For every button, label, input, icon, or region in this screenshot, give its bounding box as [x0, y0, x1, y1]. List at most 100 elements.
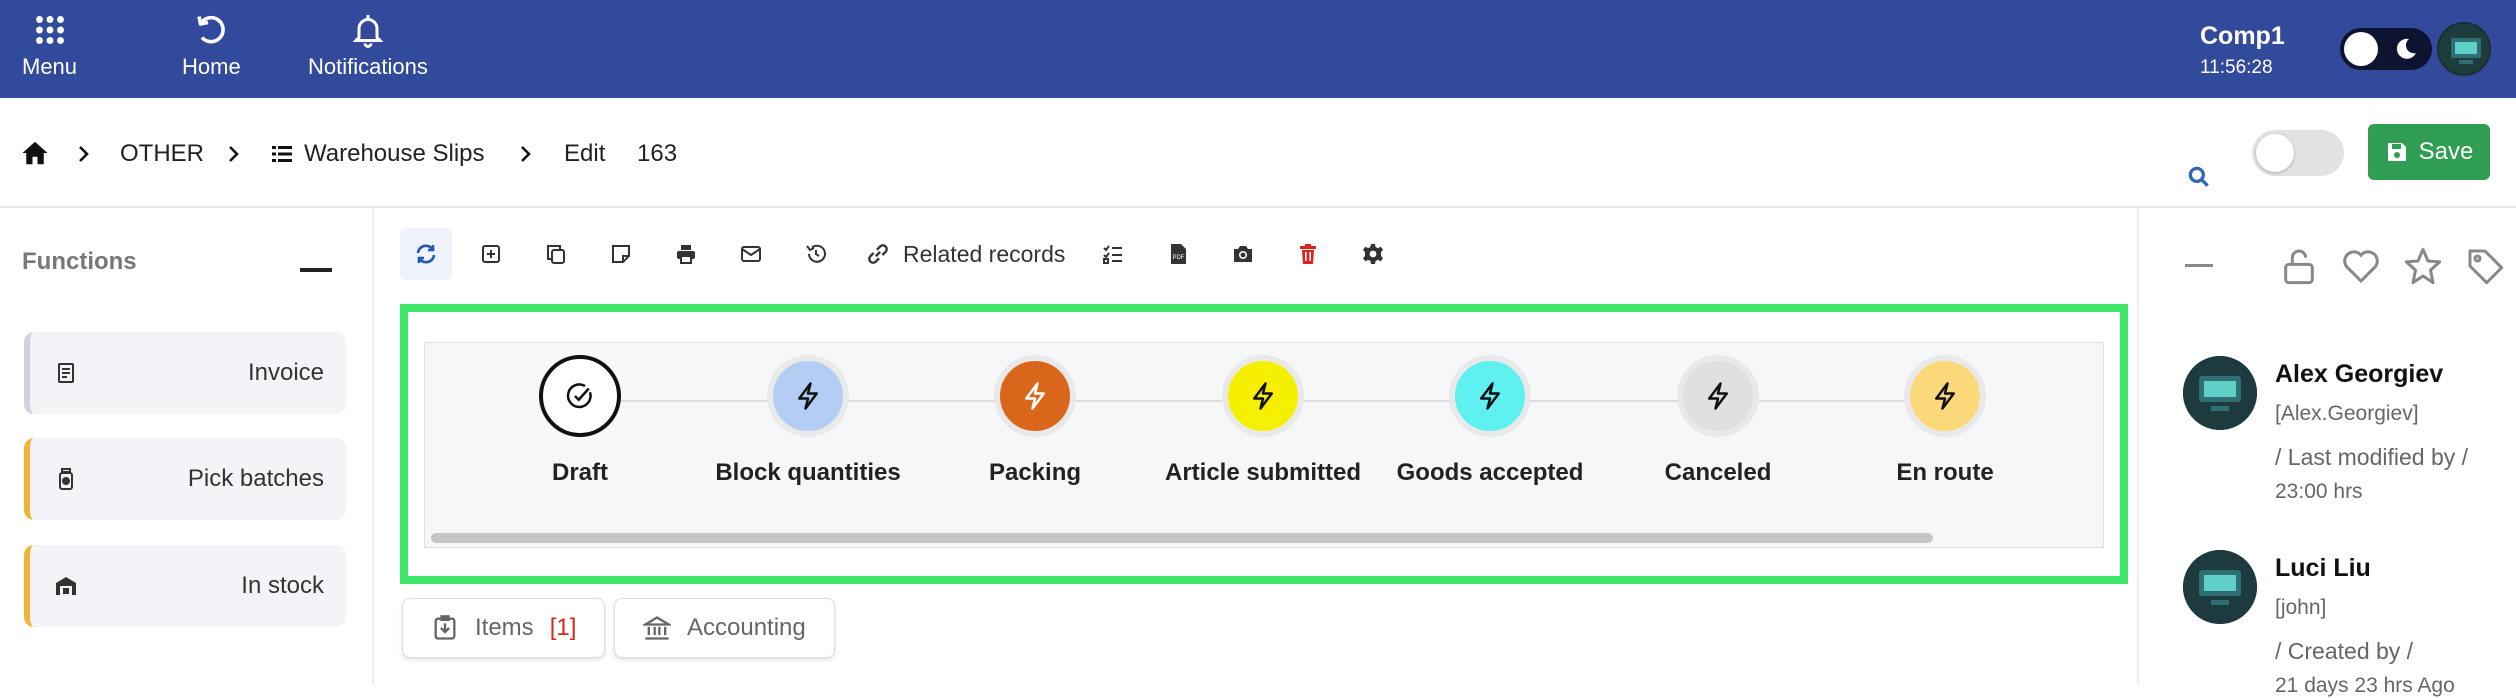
add-button[interactable] — [465, 228, 517, 280]
menu-label: Menu — [22, 54, 78, 79]
delete-button[interactable] — [1282, 228, 1334, 280]
check-circle-icon — [566, 383, 592, 409]
workflow-step-packing[interactable]: Packing — [920, 355, 1150, 487]
search-icon[interactable] — [2186, 164, 2212, 190]
avatar — [2183, 550, 2257, 624]
lightning-icon — [1480, 382, 1500, 410]
star-icon[interactable] — [2403, 246, 2443, 286]
breadcrumb-action: Edit — [564, 140, 606, 167]
related-records-label: Related records — [903, 240, 1066, 267]
activity-action: / Last modified by / — [2275, 444, 2469, 470]
chevron-right-icon — [79, 146, 89, 162]
home-label: Home — [182, 54, 241, 79]
copy-icon — [547, 245, 565, 264]
grid-menu-icon — [35, 16, 64, 44]
step-circle — [539, 355, 621, 437]
pdf-button[interactable]: PDF — [1152, 228, 1204, 280]
save-button[interactable]: Save — [2368, 124, 2490, 180]
tab-accounting[interactable]: Accounting — [614, 598, 835, 658]
switch-knob — [2256, 134, 2294, 172]
workflow-step-draft[interactable]: Draft — [465, 355, 695, 487]
breadcrumb-section[interactable]: OTHER — [120, 140, 204, 168]
print-icon — [677, 245, 695, 264]
step-circle — [1222, 355, 1304, 437]
company-info: Comp1 11:56:28 — [2200, 22, 2285, 79]
notifications-button[interactable]: Notifications — [308, 12, 428, 80]
workflow-step-goods-accepted[interactable]: Goods accepted — [1375, 355, 1605, 487]
related-records-button[interactable]: Related records — [865, 241, 1065, 268]
email-button[interactable] — [725, 228, 777, 280]
moon-icon — [2396, 38, 2416, 59]
settings-button[interactable] — [1347, 228, 1399, 280]
camera-button[interactable] — [1217, 228, 1269, 280]
toggle-knob — [2344, 32, 2378, 66]
add-box-icon — [482, 245, 500, 263]
step-label: En route — [1896, 459, 1994, 486]
avatar-image-icon — [2183, 356, 2257, 430]
workflow-step-en-route[interactable]: En route — [1830, 355, 2060, 487]
tab-label: Accounting — [687, 614, 806, 641]
lightning-icon — [798, 382, 818, 410]
mail-icon — [741, 246, 761, 262]
horizontal-scrollbar[interactable] — [431, 533, 1933, 543]
top-navbar: Menu Home Notifications Comp1 11:56:28 — [0, 0, 2516, 98]
tag-icon[interactable] — [2465, 246, 2505, 286]
floppy-disk-icon — [2387, 143, 2406, 161]
tab-items[interactable]: Items [1] — [402, 598, 606, 658]
step-circle — [1677, 355, 1759, 437]
refresh-icon — [416, 244, 436, 264]
tab-count-badge: [1] — [549, 614, 577, 641]
link-icon — [868, 244, 888, 264]
home-button[interactable]: Home — [182, 12, 241, 80]
checklist-button[interactable] — [1087, 228, 1139, 280]
trash-icon — [1300, 244, 1317, 264]
print-button[interactable] — [660, 228, 712, 280]
function-invoice[interactable]: Invoice — [24, 332, 346, 414]
clock-time: 11:56:28 — [2200, 57, 2273, 78]
breadcrumb-module: Warehouse Slips — [304, 140, 485, 167]
function-in-stock[interactable]: In stock — [24, 545, 346, 627]
lightning-icon — [1935, 382, 1955, 410]
step-circle — [1449, 355, 1531, 437]
function-label: In stock — [241, 572, 324, 599]
avatar-image-icon — [2439, 24, 2489, 74]
mode-switch[interactable] — [2252, 130, 2344, 176]
company-name: Comp1 — [2200, 22, 2285, 50]
workflow-step-article-submitted[interactable]: Article submitted — [1148, 355, 1378, 487]
avatar-image-icon — [2183, 550, 2257, 624]
function-pick-batches[interactable]: Pick batches — [24, 438, 346, 520]
note-icon — [612, 245, 630, 263]
history-button[interactable] — [790, 228, 842, 280]
note-button[interactable] — [595, 228, 647, 280]
jar-icon — [59, 468, 73, 490]
collapse-functions-button[interactable] — [300, 268, 332, 272]
save-label: Save — [2418, 138, 2474, 165]
avatar — [2183, 356, 2257, 430]
workflow-status-bar: Draft Block quantities Packing Article s… — [424, 342, 2104, 548]
lightning-icon — [1025, 382, 1045, 410]
collapse-panel-button[interactable] — [2185, 264, 2213, 267]
svg-text:PDF: PDF — [1173, 255, 1185, 261]
workflow-step-block-quantities[interactable]: Block quantities — [693, 355, 923, 487]
step-circle — [994, 355, 1076, 437]
function-label: Invoice — [247, 359, 324, 386]
copy-button[interactable] — [530, 228, 582, 280]
camera-icon — [1234, 246, 1253, 262]
user-login: [Alex.Georgiev] — [2275, 402, 2419, 425]
breadcrumb-module-link[interactable]: Warehouse Slips — [270, 140, 485, 168]
unlock-icon[interactable] — [2279, 246, 2319, 286]
activity-panel: Alex Georgiev [Alex.Georgiev] / Last mod… — [2137, 208, 2516, 697]
functions-title: Functions — [22, 248, 137, 275]
home-icon[interactable] — [20, 138, 50, 168]
workflow-step-canceled[interactable]: Canceled — [1603, 355, 1833, 487]
refresh-button[interactable] — [400, 228, 452, 280]
activity-time: 23:00 hrs — [2275, 480, 2363, 503]
user-avatar[interactable] — [2437, 22, 2491, 76]
download-box-icon — [434, 615, 456, 640]
dark-mode-toggle[interactable] — [2340, 28, 2432, 70]
step-circle — [1904, 355, 1986, 437]
user-name: Luci Liu — [2275, 554, 2371, 582]
heart-icon[interactable] — [2341, 246, 2381, 286]
menu-button[interactable]: Menu — [22, 12, 77, 80]
history-icon — [806, 244, 826, 263]
